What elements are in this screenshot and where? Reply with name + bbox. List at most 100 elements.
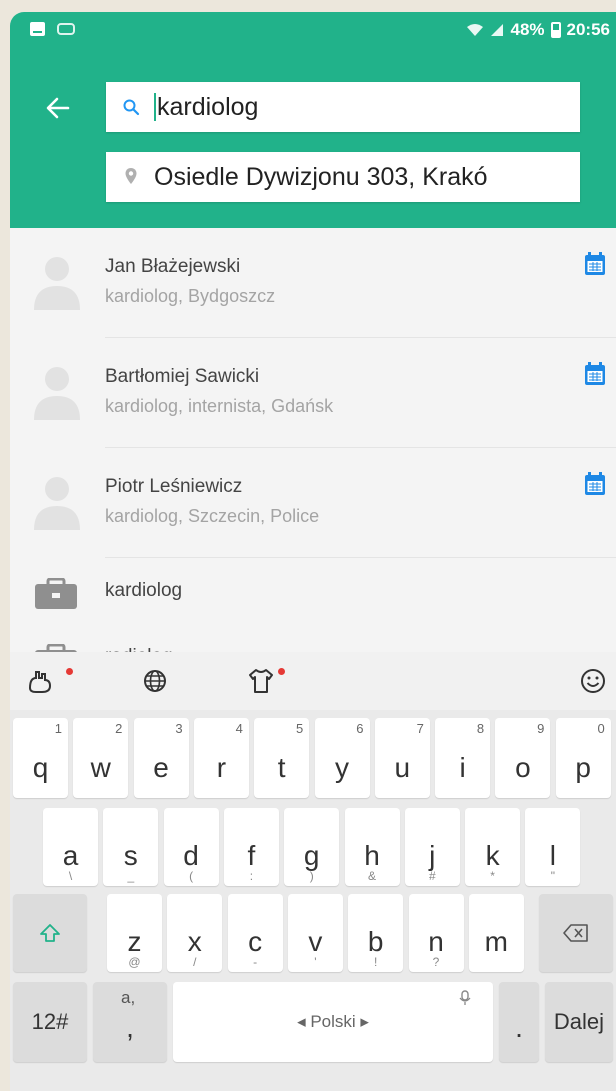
back-button[interactable] xyxy=(40,90,76,126)
key-number-hint: 7 xyxy=(416,721,424,736)
location-pin-icon xyxy=(120,166,142,188)
key-label: u xyxy=(394,752,411,783)
key-label: x xyxy=(187,926,202,957)
key-j[interactable]: j # xyxy=(404,808,460,886)
key-y[interactable]: y6 xyxy=(314,718,370,798)
clock: 20:56 xyxy=(566,20,610,39)
comma-key-secondary: a, xyxy=(121,988,136,1007)
key-label: w xyxy=(90,752,111,783)
stickers-icon[interactable] xyxy=(26,666,56,696)
doctor-name: Bartłomiej Sawicki xyxy=(105,366,260,387)
battery-percent: 48% xyxy=(510,20,545,39)
key-label: g xyxy=(303,840,320,871)
key-r[interactable]: r4 xyxy=(193,718,249,798)
search-header: kardiolog Osiedle Dywizjonu 303, Krakó xyxy=(10,48,616,228)
key-z[interactable]: z @ xyxy=(107,894,162,972)
person-placeholder-icon xyxy=(34,367,80,420)
key-label: i xyxy=(459,752,466,783)
calendar-icon[interactable] xyxy=(584,472,606,496)
key-number-hint: 0 xyxy=(597,721,605,736)
status-right: 48% 20:56 xyxy=(466,20,610,40)
key-number-hint: 2 xyxy=(115,721,123,736)
key-g[interactable]: g) xyxy=(284,808,340,886)
key-n[interactable]: n? xyxy=(408,894,464,972)
shift-key[interactable] xyxy=(13,894,87,972)
key-symbol-hint: ) xyxy=(309,869,314,883)
key-symbol-hint: _ xyxy=(127,869,135,883)
key-u[interactable]: u7 xyxy=(374,718,430,798)
person-placeholder-icon xyxy=(34,257,80,310)
specialty-result[interactable]: kardiolog xyxy=(10,558,616,624)
arrow-left-icon xyxy=(46,97,70,119)
wifi-icon xyxy=(467,24,484,36)
calendar-icon[interactable] xyxy=(584,362,606,386)
key-s[interactable]: s _ xyxy=(103,808,159,886)
text-caret xyxy=(154,93,156,121)
key-label: e xyxy=(153,752,169,783)
key-x[interactable]: x / xyxy=(167,894,223,972)
key-o[interactable]: o9 xyxy=(495,718,551,798)
key-label: y xyxy=(335,752,349,783)
specialty-result[interactable]: radiolog xyxy=(10,624,616,652)
space-key[interactable]: ◂ Polski ▸ xyxy=(173,982,493,1062)
key-label: v xyxy=(308,926,323,957)
key-h[interactable]: h & xyxy=(344,808,400,886)
doctor-details: kardiolog, Szczecin, Police xyxy=(105,506,320,526)
comma-key[interactable]: a, , xyxy=(93,982,167,1062)
key-label: q xyxy=(32,752,49,783)
globe-icon[interactable] xyxy=(140,666,170,696)
space-key-label: ◂ Polski ▸ xyxy=(297,1012,369,1031)
calendar-icon[interactable] xyxy=(584,252,606,276)
key-label: r xyxy=(216,752,227,783)
search-icon xyxy=(120,96,142,118)
doctor-result[interactable]: Piotr Leśniewicz kardiolog, Szczecin, Po… xyxy=(10,448,616,558)
key-label: m xyxy=(484,926,508,957)
doctor-result[interactable]: Bartłomiej Sawicki kardiolog, internista… xyxy=(10,338,616,448)
soft-keyboard: q1w2e3r4t5y6u7i8o9p0 a \ s _ d(f: g) h & j # k * l " … xyxy=(10,652,616,1091)
emoji-icon[interactable] xyxy=(578,666,608,696)
key-p[interactable]: p0 xyxy=(555,718,611,798)
key-d[interactable]: d( xyxy=(163,808,219,886)
location-input[interactable]: Osiedle Dywizjonu 303, Krakó xyxy=(106,152,580,202)
key-q[interactable]: q1 xyxy=(13,718,68,798)
key-symbol-hint: \ xyxy=(68,869,73,883)
key-c[interactable]: c- xyxy=(227,894,283,972)
key-symbol-hint: * xyxy=(490,869,495,883)
backspace-key[interactable] xyxy=(539,894,613,972)
keyboard-toolbar xyxy=(10,652,616,710)
key-t[interactable]: t5 xyxy=(254,718,310,798)
key-number-hint: 9 xyxy=(537,721,545,736)
key-v[interactable]: v ' xyxy=(287,894,343,972)
key-w[interactable]: w2 xyxy=(73,718,129,798)
enter-key[interactable]: Dalej xyxy=(545,982,613,1062)
key-symbol-hint: ? xyxy=(432,955,440,969)
search-query: kardiolog xyxy=(157,92,259,121)
period-key[interactable]: . xyxy=(499,982,539,1062)
key-a[interactable]: a \ xyxy=(43,808,98,886)
key-symbol-hint: : xyxy=(249,869,254,883)
search-input[interactable]: kardiolog xyxy=(106,82,580,132)
key-label: p xyxy=(575,752,591,783)
theme-shirt-icon[interactable] xyxy=(246,666,276,696)
microphone-icon xyxy=(459,990,471,1005)
key-label: c xyxy=(248,926,263,957)
key-l[interactable]: l " xyxy=(525,808,581,886)
location-value: Osiedle Dywizjonu 303, Krakó xyxy=(154,162,488,191)
key-symbol-hint: @ xyxy=(128,955,141,969)
specialty-label: kardiolog xyxy=(105,580,183,601)
key-symbol-hint: ! xyxy=(374,955,378,969)
key-e[interactable]: e3 xyxy=(133,718,189,798)
key-f[interactable]: f: xyxy=(223,808,279,886)
doctor-result[interactable]: Jan Błażejewski kardiolog, Bydgoszcz xyxy=(10,228,616,338)
key-label: h xyxy=(364,840,380,871)
key-m[interactable]: m xyxy=(468,894,524,972)
battery-icon xyxy=(550,22,561,38)
symbols-key[interactable]: 12# xyxy=(13,982,87,1062)
key-k[interactable]: k * xyxy=(465,808,521,886)
key-b[interactable]: b! xyxy=(348,894,404,972)
key-symbol-hint: - xyxy=(253,955,258,969)
symbols-key-label: 12# xyxy=(31,1009,69,1034)
key-i[interactable]: i8 xyxy=(435,718,491,798)
shift-arrow-icon xyxy=(40,924,60,942)
key-number-hint: 8 xyxy=(476,721,485,736)
